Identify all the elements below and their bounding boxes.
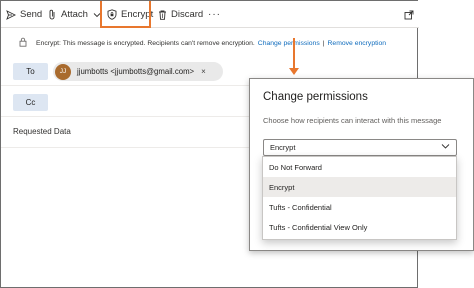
trash-icon bbox=[158, 10, 167, 20]
send-label: Send bbox=[20, 9, 43, 20]
attach-button[interactable]: Attach bbox=[48, 1, 101, 28]
encryption-info-bar: Encrypt: This message is encrypted. Reci… bbox=[1, 34, 419, 52]
encryption-message: Encrypt: This message is encrypted. Reci… bbox=[36, 39, 255, 47]
lock-icon bbox=[19, 37, 27, 49]
callout-arrow-line bbox=[293, 38, 295, 69]
permission-select-value: Encrypt bbox=[270, 143, 296, 152]
to-button[interactable]: To bbox=[13, 63, 48, 80]
send-button[interactable]: Send bbox=[6, 1, 42, 28]
pop-out-icon bbox=[404, 10, 414, 20]
discard-label: Discard bbox=[171, 9, 204, 20]
avatar: JJ bbox=[55, 63, 71, 80]
subject-field[interactable]: Requested Data bbox=[13, 127, 71, 136]
link-divider: | bbox=[322, 39, 325, 47]
remove-recipient-icon[interactable]: × bbox=[201, 67, 206, 76]
permission-options-list: Do Not Forward Encrypt Tufts - Confident… bbox=[262, 156, 457, 240]
remove-encryption-link[interactable]: Remove encryption bbox=[328, 40, 387, 47]
attach-label: Attach bbox=[61, 9, 88, 20]
option-encrypt[interactable]: Encrypt bbox=[263, 177, 456, 197]
option-tufts-confidential[interactable]: Tufts - Confidential bbox=[263, 197, 456, 217]
recipient-chip[interactable]: JJ jjumbotts <jjumbotts@gmail.com> × bbox=[53, 62, 223, 81]
cc-button[interactable]: Cc bbox=[13, 94, 48, 111]
dialog-description: Choose how recipients can interact with … bbox=[263, 116, 442, 125]
compose-toolbar: Send Attach Encrypt Discard ··· bbox=[1, 1, 419, 28]
change-permissions-link[interactable]: Change permissions bbox=[258, 40, 320, 47]
permission-select[interactable]: Encrypt bbox=[263, 139, 457, 156]
callout-arrow-head bbox=[289, 68, 299, 75]
recipient-address: jjumbotts <jjumbotts@gmail.com> bbox=[77, 67, 195, 76]
discard-button[interactable]: Discard bbox=[158, 1, 203, 28]
send-icon bbox=[6, 9, 16, 20]
pop-out-button[interactable] bbox=[404, 1, 414, 28]
option-tufts-confidential-view-only[interactable]: Tufts - Confidential View Only bbox=[263, 217, 456, 237]
chevron-down-icon bbox=[441, 143, 450, 152]
option-do-not-forward[interactable]: Do Not Forward bbox=[263, 157, 456, 177]
more-options-button[interactable]: ··· bbox=[208, 1, 221, 28]
encrypt-highlight-box bbox=[100, 1, 151, 28]
paperclip-icon bbox=[48, 9, 57, 20]
dialog-title: Change permissions bbox=[263, 91, 368, 103]
more-label: ··· bbox=[208, 9, 221, 20]
